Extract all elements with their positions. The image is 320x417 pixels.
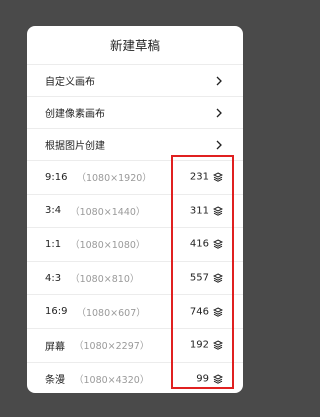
chevron-right-icon [216, 76, 222, 85]
preset-ratio: 4:3 [45, 272, 62, 284]
preset-draft-count: 746 [189, 306, 209, 318]
preset-draft-count: 311 [189, 205, 209, 217]
menu-item-label: 根据图片创建 [45, 141, 105, 152]
menu-item-label: 创建像素画布 [45, 109, 105, 120]
new-draft-dialog: 新建草稿 自定义画布 创建像素画布 根据图片创建 9:16 （1080×1920… [27, 26, 243, 393]
layers-icon [213, 273, 223, 283]
layers-icon [213, 307, 223, 317]
preset-row-comic-strip[interactable]: 条漫 （1080×4320） 99 [27, 361, 243, 393]
chevron-right-icon [216, 140, 222, 149]
layers-icon [213, 340, 223, 351]
layers-icon [213, 206, 223, 216]
preset-size: （1080×1920） [76, 173, 152, 185]
preset-size: （1080×2297） [74, 341, 150, 353]
preset-ratio: 16:9 [45, 306, 68, 318]
preset-ratio: 9:16 [45, 171, 68, 183]
preset-draft-count: 192 [189, 339, 209, 351]
preset-ratio: 条漫 [45, 375, 65, 387]
preset-draft-count: 557 [189, 272, 209, 284]
layers-icon [213, 172, 223, 183]
menu-item-custom-canvas[interactable]: 自定义画布 [27, 64, 243, 96]
preset-draft-count: 416 [189, 238, 209, 250]
preset-row-1-1[interactable]: 1:1 （1080×1080） 416 [27, 227, 243, 261]
layers-icon [213, 374, 223, 384]
preset-size: （1080×4320） [74, 374, 150, 386]
preset-ratio: 屏幕 [45, 341, 65, 353]
preset-size: （1080×1440） [70, 206, 146, 218]
layers-icon [213, 239, 223, 250]
preset-size: （1080×1080） [70, 240, 146, 252]
preset-size: （1080×607） [76, 307, 146, 319]
preset-draft-count: 99 [196, 373, 209, 385]
dialog-title: 新建草稿 [109, 38, 160, 53]
preset-row-4-3[interactable]: 4:3 （1080×810） 557 [27, 260, 243, 295]
preset-ratio: 3:4 [45, 205, 62, 217]
preset-row-16-9[interactable]: 16:9 （1080×607） 746 [27, 294, 243, 328]
preset-draft-count: 231 [189, 171, 209, 183]
preset-size: （1080×810） [70, 274, 140, 286]
preset-row-3-4[interactable]: 3:4 （1080×1440） 311 [27, 193, 243, 228]
menu-item-pixel-canvas[interactable]: 创建像素画布 [27, 96, 243, 128]
preset-ratio: 1:1 [45, 238, 62, 250]
preset-row-9-16[interactable]: 9:16 （1080×1920） 231 [27, 160, 243, 194]
preset-row-screen[interactable]: 屏幕 （1080×2297） 192 [27, 327, 243, 362]
menu-item-from-image[interactable]: 根据图片创建 [27, 128, 243, 160]
menu-item-label: 自定义画布 [45, 77, 95, 88]
chevron-right-icon [216, 108, 222, 117]
